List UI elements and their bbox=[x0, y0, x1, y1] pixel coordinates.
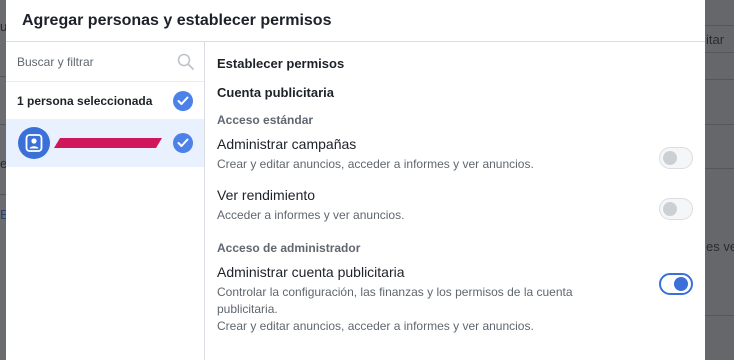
background-right-strip bbox=[705, 0, 734, 360]
permission-manage-campaigns: Administrar campañas Crear y editar anun… bbox=[217, 136, 693, 173]
search-bar bbox=[6, 42, 204, 82]
manage-campaigns-toggle[interactable] bbox=[659, 147, 693, 169]
manage-ad-account-toggle[interactable] bbox=[659, 273, 693, 295]
permission-name: Ver rendimiento bbox=[217, 187, 316, 203]
background-fragment: es ve bbox=[706, 239, 734, 254]
background-divider bbox=[705, 79, 734, 80]
view-performance-toggle[interactable] bbox=[659, 198, 693, 220]
people-pane: 1 persona seleccionada bbox=[6, 42, 205, 360]
person-list-item[interactable] bbox=[6, 119, 204, 167]
search-input[interactable] bbox=[17, 54, 176, 69]
permission-manage-ad-account: Administrar cuenta publicitaria Controla… bbox=[217, 264, 693, 335]
selected-count-row[interactable]: 1 persona seleccionada bbox=[6, 82, 204, 119]
toggle-knob bbox=[663, 202, 677, 216]
toggle-knob bbox=[663, 151, 677, 165]
permissions-heading: Establecer permisos bbox=[217, 56, 345, 71]
dialog-body: 1 persona seleccionada bbox=[6, 42, 705, 360]
background-fragment: itar bbox=[706, 32, 725, 47]
background-divider bbox=[705, 315, 734, 316]
dialog-title: Agregar personas y establecer permisos bbox=[22, 11, 332, 29]
person-icon bbox=[18, 127, 50, 159]
person-name bbox=[54, 135, 173, 151]
account-heading: Cuenta publicitaria bbox=[217, 85, 335, 100]
toggle-knob bbox=[674, 277, 688, 291]
background-divider bbox=[705, 124, 734, 125]
permission-description: Acceder a informes y ver anuncios. bbox=[217, 208, 405, 222]
selected-count-label: 1 persona seleccionada bbox=[17, 93, 153, 108]
background-divider bbox=[705, 52, 734, 53]
admin-access-title: Acceso de administrador bbox=[217, 241, 361, 255]
permission-name: Administrar campañas bbox=[217, 136, 357, 152]
check-icon[interactable] bbox=[173, 133, 193, 153]
permission-description-secondary: Crear y editar anuncios, acceder a infor… bbox=[217, 319, 534, 333]
permission-name: Administrar cuenta publicitaria bbox=[217, 264, 405, 280]
standard-access-title: Acceso estándar bbox=[217, 113, 314, 127]
background-divider bbox=[705, 168, 734, 169]
check-icon[interactable] bbox=[173, 90, 193, 111]
permissions-pane: Establecer permisos Cuenta publicitaria … bbox=[205, 42, 705, 360]
dialog-header: Agregar personas y establecer permisos bbox=[6, 0, 705, 42]
background-divider bbox=[705, 25, 734, 26]
redacted-name-mark bbox=[54, 138, 162, 148]
permission-description: Controlar la configuración, las finanzas… bbox=[217, 285, 573, 316]
search-icon[interactable] bbox=[176, 53, 194, 71]
permission-view-performance: Ver rendimiento Acceder a informes y ver… bbox=[217, 187, 693, 224]
permission-description: Crear y editar anuncios, acceder a infor… bbox=[217, 157, 534, 171]
add-people-dialog: Agregar personas y establecer permisos 1… bbox=[6, 0, 705, 360]
